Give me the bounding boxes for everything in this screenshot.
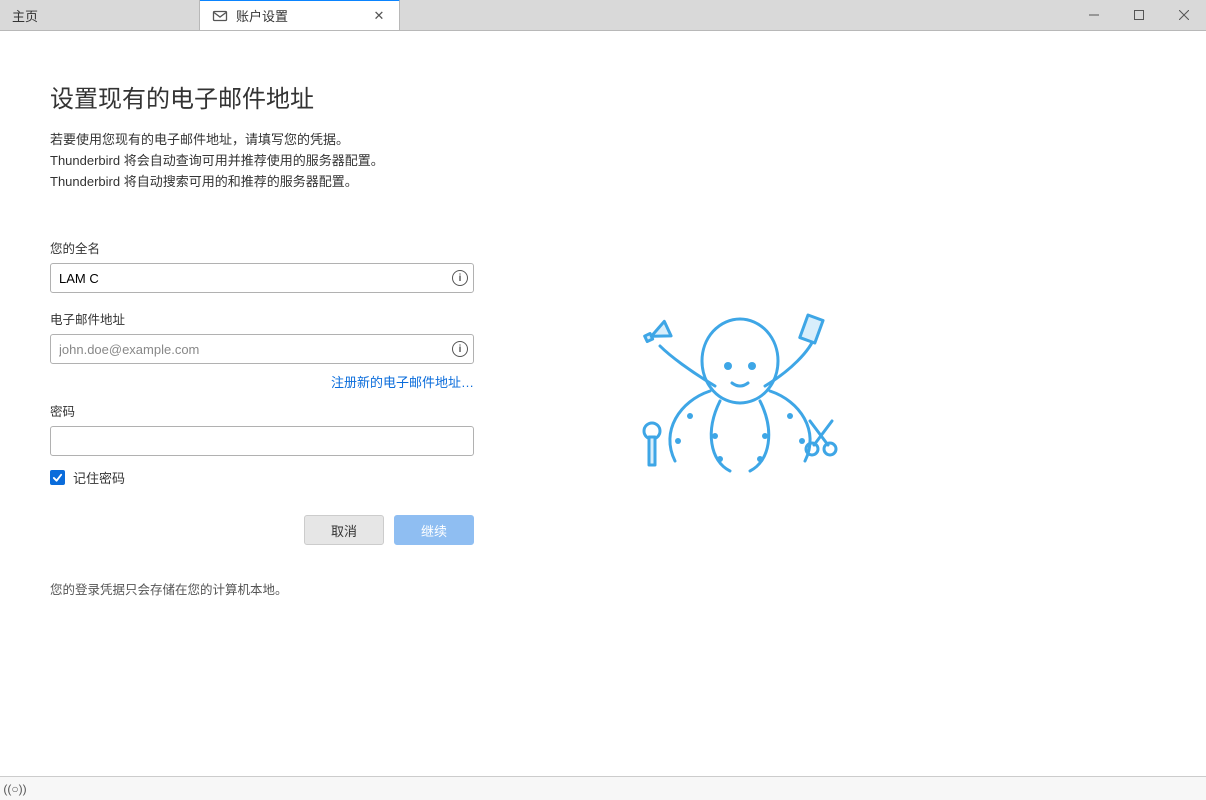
cancel-button[interactable]: 取消 (304, 515, 384, 545)
continue-button[interactable]: 继续 (394, 515, 474, 545)
close-tab-icon[interactable]: ✕ (371, 8, 387, 24)
page-title: 设置现有的电子邮件地址 (50, 79, 560, 114)
password-label: 密码 (50, 401, 474, 420)
tab-home-label: 主页 (12, 6, 187, 25)
email-label: 电子邮件地址 (50, 309, 474, 328)
remember-password-label: 记住密码 (73, 468, 125, 487)
fullname-input[interactable] (50, 263, 474, 293)
minimize-button[interactable] (1071, 0, 1116, 30)
password-input[interactable] (50, 426, 474, 456)
info-icon[interactable]: i (452, 341, 468, 357)
remember-password-checkbox[interactable] (50, 470, 65, 485)
status-bar: ((○)) (0, 776, 1206, 800)
page-description: 若要使用您现有的电子邮件地址，请填写您的凭据。 Thunderbird 将会自动… (50, 130, 560, 192)
close-window-button[interactable] (1161, 0, 1206, 30)
mail-settings-icon (212, 8, 228, 24)
sync-status-icon[interactable]: ((○)) (6, 780, 24, 798)
field-email: 电子邮件地址 i (50, 309, 474, 364)
field-password: 密码 (50, 401, 474, 456)
field-fullname: 您的全名 i (50, 238, 474, 293)
info-icon[interactable]: i (452, 270, 468, 286)
new-email-link[interactable]: 注册新的电子邮件地址… (331, 375, 474, 390)
desc-line: 若要使用您现有的电子邮件地址，请填写您的凭据。 (50, 130, 560, 151)
maximize-button[interactable] (1116, 0, 1161, 30)
tab-bar: 主页 账户设置 ✕ (0, 0, 1206, 31)
fullname-label: 您的全名 (50, 238, 474, 257)
tab-account-settings[interactable]: 账户设置 ✕ (200, 0, 400, 30)
tab-settings-label: 账户设置 (236, 6, 363, 25)
account-setup-form: 设置现有的电子邮件地址 若要使用您现有的电子邮件地址，请填写您的凭据。 Thun… (0, 31, 560, 776)
desc-line: Thunderbird 将会自动查询可用并推荐使用的服务器配置。 (50, 151, 560, 172)
content-area: 设置现有的电子邮件地址 若要使用您现有的电子邮件地址，请填写您的凭据。 Thun… (0, 31, 1206, 776)
remember-password-row: 记住密码 (50, 468, 560, 487)
desc-line: Thunderbird 将自动搜索可用的和推荐的服务器配置。 (50, 172, 560, 193)
email-input[interactable] (50, 334, 474, 364)
button-row: 取消 继续 (50, 515, 474, 545)
octopus-illustration (620, 291, 860, 491)
window-controls (1071, 0, 1206, 30)
tab-home[interactable]: 主页 (0, 0, 200, 30)
footer-note: 您的登录凭据只会存储在您的计算机本地。 (50, 579, 560, 598)
